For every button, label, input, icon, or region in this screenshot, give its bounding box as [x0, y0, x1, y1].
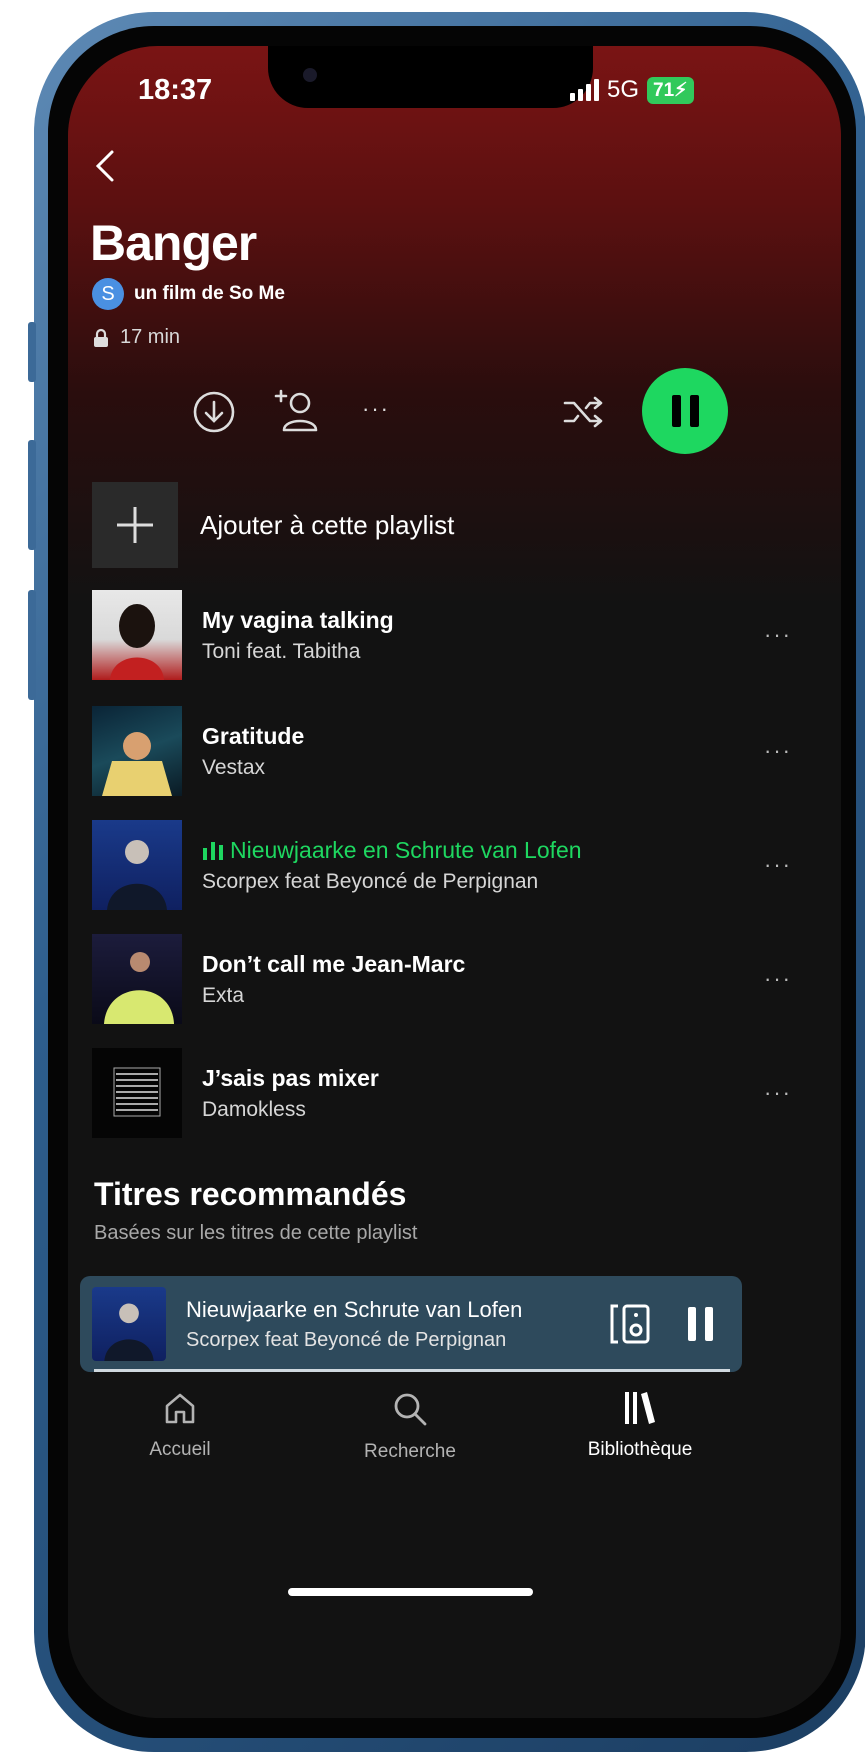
nav-home[interactable]: Accueil [100, 1390, 260, 1461]
track-info: Don’t call me Jean-Marc Exta [202, 951, 758, 1008]
track-row[interactable]: Gratitude Vestax ··· [92, 706, 798, 796]
nav-search-label: Recherche [364, 1441, 456, 1462]
nav-library-label: Bibliothèque [587, 1439, 693, 1460]
lock-icon [94, 328, 108, 347]
playlist-meta: 17 min [92, 326, 180, 349]
nav-home-label: Accueil [149, 1439, 211, 1460]
track-info: Gratitude Vestax [202, 723, 758, 780]
mini-pause-button[interactable] [680, 1299, 720, 1349]
volume-up-button [28, 440, 36, 550]
mini-player-title: Nieuwjaarke en Schrute van Lofen [186, 1296, 523, 1322]
track-title: J’sais pas mixer [202, 1064, 379, 1091]
volume-down-button [28, 590, 36, 700]
track-cover [92, 934, 182, 1024]
mini-player-artist: Scorpex feat Beyoncé de Perpignan [186, 1328, 507, 1351]
battery-icon: 71⚡︎ [647, 76, 694, 104]
track-info: My vagina talking Toni feat. Tabitha [202, 607, 758, 664]
more-options-button[interactable]: ··· [356, 394, 396, 424]
screen: 18:37 5G 71⚡︎ Banger S un film de So Me … [68, 46, 841, 1718]
owner-name[interactable]: un film de So Me [134, 283, 285, 305]
track-info: J’sais pas mixer Damokless [202, 1065, 758, 1122]
owner-avatar[interactable]: S [92, 278, 124, 310]
track-more-button[interactable]: ··· [758, 622, 798, 648]
track-cover [92, 820, 182, 910]
track-title: My vagina talking [202, 606, 394, 633]
add-to-playlist-label: Ajouter à cette playlist [200, 509, 455, 540]
pause-button[interactable] [642, 368, 728, 454]
track-artist: Toni feat. Tabitha [202, 639, 361, 663]
track-info: Nieuwjaarke en Schrute van Lofen Scorpex… [202, 837, 758, 894]
track-row[interactable]: J’sais pas mixer Damokless ··· [92, 1048, 798, 1138]
connect-device-button[interactable] [604, 1299, 656, 1349]
add-user-icon [274, 389, 318, 432]
signal-icon [570, 79, 599, 101]
track-cover [92, 1048, 182, 1138]
track-more-button[interactable]: ··· [758, 852, 798, 878]
track-more-button[interactable]: ··· [758, 966, 798, 992]
library-icon [625, 1392, 655, 1424]
notch [268, 46, 593, 108]
playlist-duration: 17 min [120, 326, 181, 348]
download-button[interactable] [192, 390, 236, 434]
track-artist: Exta [202, 983, 245, 1007]
status-time: 18:37 [138, 74, 213, 106]
playlist-owner[interactable]: S un film de So Me [92, 278, 285, 310]
track-title-playing: Nieuwjaarke en Schrute van Lofen [202, 837, 758, 864]
download-icon [193, 391, 235, 433]
track-row[interactable]: Nieuwjaarke en Schrute van Lofen Scorpex… [92, 820, 798, 910]
battery-level: 71 [653, 79, 675, 101]
playlist-title: Banger [90, 215, 257, 271]
recommended-title: Titres recommandés [94, 1176, 407, 1212]
status-indicators: 5G 71⚡︎ [570, 76, 694, 104]
chevron-left-icon [95, 150, 114, 182]
shuffle-icon [563, 396, 603, 428]
mini-player-cover [92, 1287, 166, 1361]
nav-search[interactable]: Recherche [330, 1390, 490, 1463]
home-icon [165, 1393, 195, 1424]
track-artist: Scorpex feat Beyoncé de Perpignan [202, 869, 539, 893]
mute-switch [28, 322, 36, 382]
track-cover [92, 706, 182, 796]
shuffle-button[interactable] [562, 392, 608, 432]
plus-icon [92, 482, 178, 568]
invite-collaborator-button[interactable] [270, 386, 324, 436]
recommended-subtitle: Basées sur les titres de cette playlist [94, 1222, 418, 1244]
network-type: 5G [607, 76, 640, 103]
track-more-button[interactable]: ··· [758, 1080, 798, 1106]
track-title: Gratitude [202, 722, 305, 749]
track-title: Don’t call me Jean-Marc [202, 950, 466, 977]
track-row[interactable]: My vagina talking Toni feat. Tabitha ··· [92, 590, 798, 680]
mini-player-info: Nieuwjaarke en Schrute van Lofen Scorpex… [186, 1297, 604, 1352]
nav-library[interactable]: Bibliothèque [560, 1390, 720, 1461]
track-artist: Damokless [202, 1097, 306, 1121]
track-artist: Vestax [202, 755, 266, 779]
search-icon [394, 1393, 427, 1426]
back-button[interactable] [90, 146, 120, 186]
bottom-nav: Accueil Recherche Bibliothèque [68, 1372, 841, 1718]
camera [303, 68, 317, 82]
mini-player[interactable]: Nieuwjaarke en Schrute van Lofen Scorpex… [80, 1276, 742, 1372]
home-indicator [288, 1588, 533, 1596]
now-playing-equalizer-icon [203, 841, 223, 860]
track-cover [92, 590, 182, 680]
track-more-button[interactable]: ··· [758, 738, 798, 764]
add-to-playlist-row[interactable]: Ajouter à cette playlist [92, 482, 792, 568]
speaker-device-icon [610, 1304, 650, 1344]
track-title: Nieuwjaarke en Schrute van Lofen [230, 836, 582, 863]
track-row[interactable]: Don’t call me Jean-Marc Exta ··· [92, 934, 798, 1024]
